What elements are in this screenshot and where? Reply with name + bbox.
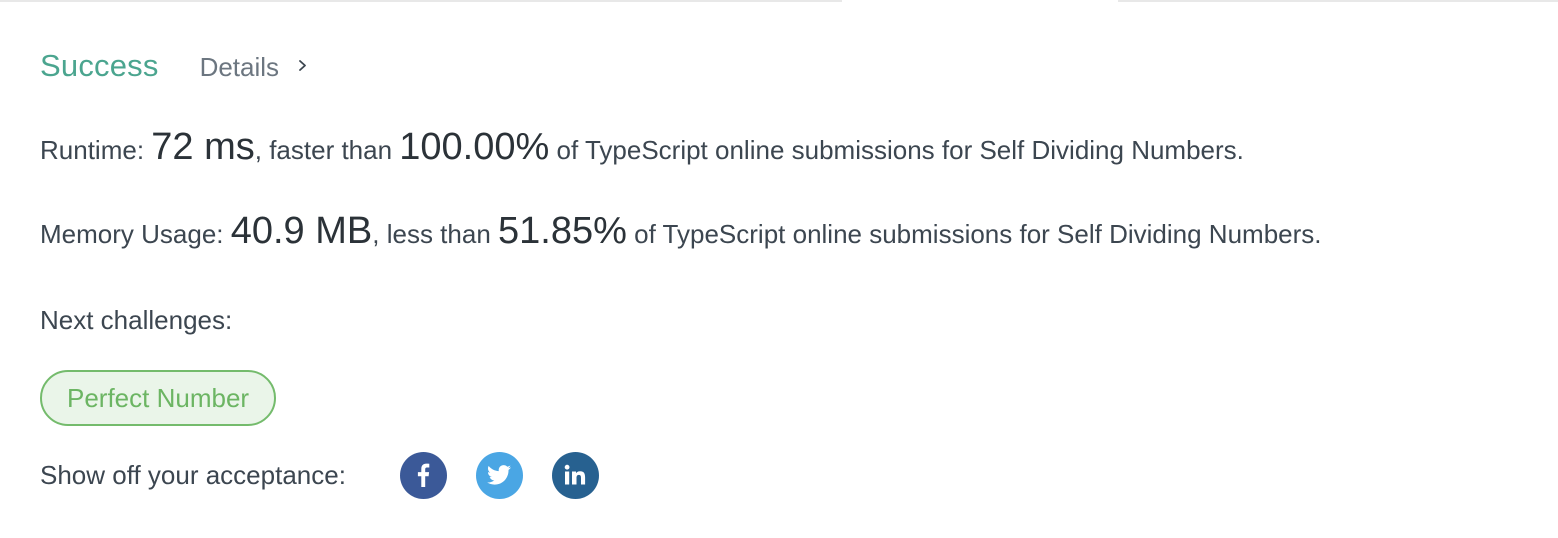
memory-percent: 51.85% [498, 210, 627, 252]
linkedin-icon [565, 464, 586, 485]
memory-suffix: of TypeScript online submissions for Sel… [626, 219, 1322, 249]
twitter-icon [487, 465, 512, 485]
memory-value: 40.9 MB [230, 210, 373, 252]
share-row: Show off your acceptance: [40, 450, 599, 500]
result-header: Success Details [40, 48, 308, 84]
runtime-percent: 100.00% [399, 126, 550, 168]
status-title: Success [40, 48, 159, 83]
linkedin-share-button[interactable] [551, 451, 599, 499]
runtime-comparison: , faster than [254, 135, 400, 165]
facebook-icon [418, 463, 430, 487]
memory-comparison: , less than [372, 219, 498, 249]
challenge-tag-perfect-number[interactable]: Perfect Number [40, 370, 277, 426]
runtime-label: Runtime: [40, 135, 152, 165]
details-link[interactable]: Details [200, 52, 308, 83]
memory-stat: Memory Usage: 40.9 MB, less than 51.85% … [40, 210, 1322, 253]
twitter-share-button[interactable] [475, 451, 523, 499]
facebook-share-button[interactable] [399, 451, 447, 499]
share-label: Show off your acceptance: [40, 459, 346, 490]
details-label: Details [199, 52, 280, 82]
memory-label: Memory Usage: [40, 219, 231, 249]
chevron-right-icon [299, 60, 306, 71]
runtime-suffix: of TypeScript online submissions for Sel… [549, 135, 1244, 165]
top-divider [0, 0, 1558, 2]
next-challenges-label: Next challenges: [40, 305, 233, 335]
runtime-value: 72 ms [151, 126, 255, 168]
runtime-stat: Runtime: 72 ms, faster than 100.00% of T… [40, 126, 1244, 169]
